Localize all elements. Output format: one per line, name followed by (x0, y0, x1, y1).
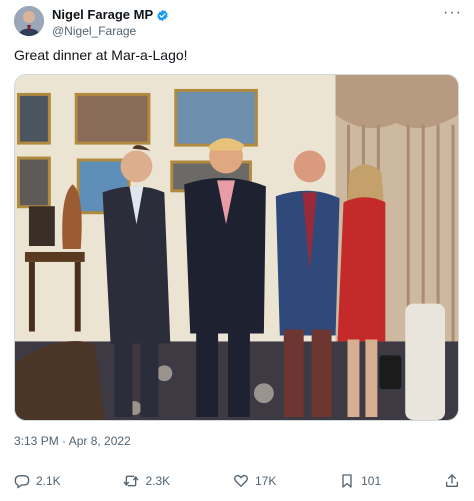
like-icon (233, 474, 248, 487)
reply-count: 2.1K (36, 474, 61, 488)
avatar[interactable] (14, 6, 44, 36)
tweet-text: Great dinner at Mar-a-Lago! (14, 47, 188, 63)
verified-badge-icon (156, 9, 169, 22)
tweet-header: Nigel Farage MP @Nigel_Farage ··· (14, 5, 464, 40)
author-names: Nigel Farage MP @Nigel_Farage (52, 7, 169, 39)
tweet-actions: 2.1K 2.3K 17K 101 (14, 470, 460, 492)
like-button[interactable]: 17K (233, 473, 276, 489)
bookmark-button[interactable]: 101 (339, 473, 381, 489)
bookmark-icon (342, 474, 352, 488)
bookmark-count: 101 (361, 474, 382, 488)
retweet-button[interactable]: 2.3K (123, 473, 170, 489)
tweet-card: Nigel Farage MP @Nigel_Farage ··· Great … (0, 0, 474, 501)
tweet-photo[interactable] (14, 74, 459, 421)
reply-button[interactable]: 2.1K (14, 473, 61, 489)
tweet-timestamp[interactable]: 3:13 PM · Apr 8, 2022 (14, 434, 131, 448)
like-count: 17K (254, 474, 277, 488)
share-icon (445, 474, 458, 487)
author-handle[interactable]: @Nigel_Farage (52, 23, 169, 39)
author-display-name[interactable]: Nigel Farage MP (52, 7, 153, 23)
retweet-icon (124, 475, 139, 487)
more-icon[interactable]: ··· (443, 5, 462, 21)
reply-icon (14, 475, 30, 489)
retweet-count: 2.3K (145, 474, 171, 488)
share-button[interactable] (444, 473, 460, 489)
